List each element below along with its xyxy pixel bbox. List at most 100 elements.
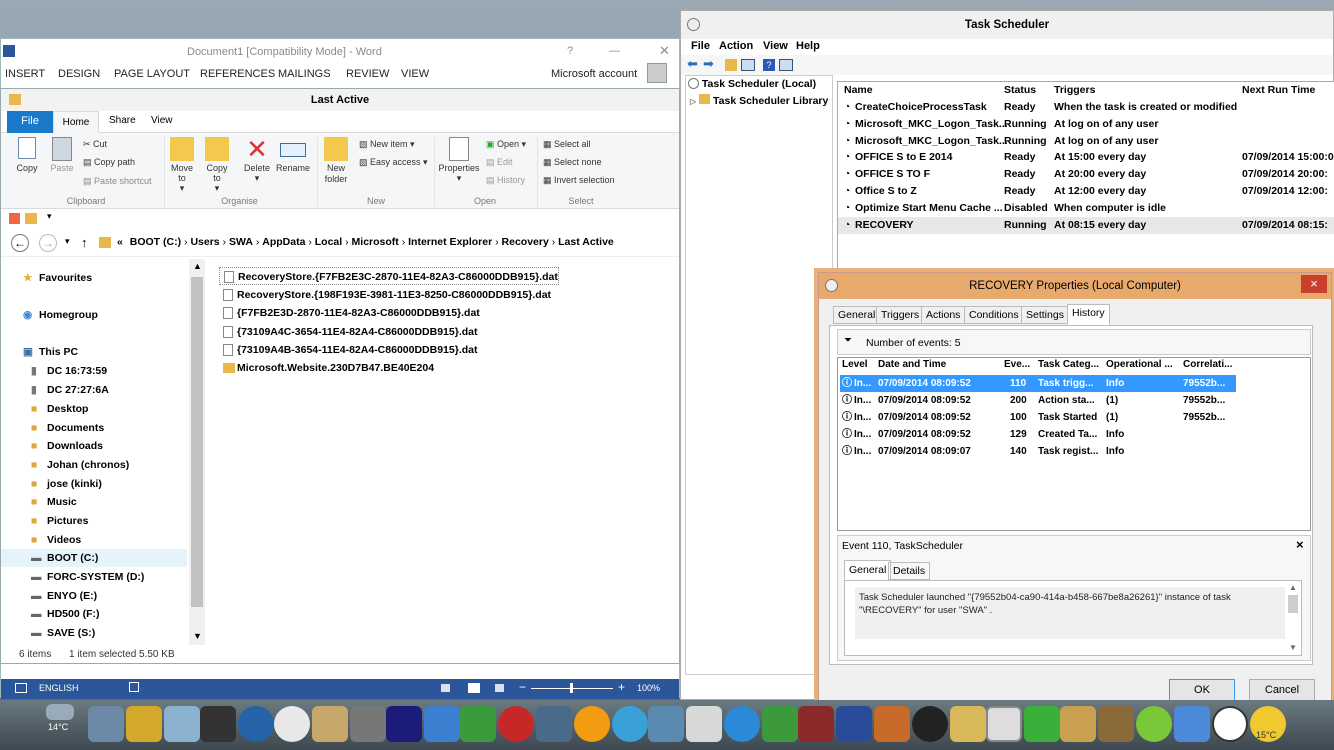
bird-icon[interactable] <box>686 706 722 742</box>
new-item-button[interactable]: ▧ New item ▾ <box>359 139 415 150</box>
column-header-next-run[interactable]: Next Run Time <box>1242 84 1315 96</box>
navigation-scrollbar[interactable]: ▲ ▼ <box>189 259 205 645</box>
help-icon[interactable]: ? <box>763 59 775 71</box>
app-icon[interactable] <box>200 706 236 742</box>
table-row[interactable]: ◔ Microsoft_MKC_Logon_Task... Running At lo… <box>838 133 1334 150</box>
new-folder-qat-icon[interactable] <box>25 213 37 224</box>
nav-item-documents[interactable]: ■ Documents <box>1 419 187 437</box>
breadcrumb-item[interactable]: Recovery <box>502 236 549 248</box>
table-row[interactable]: ⓘ In... 07/09/2014 08:09:07 140 Task regist.… <box>840 443 1236 460</box>
menu-view[interactable]: View <box>763 40 788 52</box>
tab-mailings[interactable]: MAILINGS <box>278 68 331 80</box>
browser-icon[interactable] <box>724 706 760 742</box>
breadcrumb-item[interactable]: BOOT (C:) <box>130 236 181 248</box>
select-none-button[interactable]: ▦ Select none <box>543 157 602 168</box>
tab-insert[interactable]: INSERT <box>5 68 45 80</box>
console-icon[interactable] <box>741 59 755 71</box>
table-row[interactable]: ◔ Optimize Start Menu Cache ... Disabled Wh… <box>838 200 1334 217</box>
paste-shortcut-button[interactable]: ▤ Paste shortcut <box>83 176 152 187</box>
breadcrumb-item[interactable]: Local <box>315 236 342 248</box>
nav-item-favourites[interactable]: ★ Favourites <box>1 269 187 287</box>
copy-to-button[interactable]: Copy to ▾ <box>202 137 232 194</box>
clock-icon[interactable] <box>274 706 310 742</box>
column-header-category[interactable]: Task Categ... <box>1038 359 1099 370</box>
ok-button[interactable]: OK <box>1169 679 1235 701</box>
folder-icon[interactable] <box>725 59 737 71</box>
back-icon[interactable]: ← <box>11 234 29 252</box>
column-header-triggers[interactable]: Triggers <box>1054 84 1095 96</box>
view-icon[interactable] <box>779 59 793 71</box>
breadcrumb-item[interactable]: Microsoft <box>352 236 399 248</box>
tab-settings[interactable]: Settings <box>1021 306 1069 324</box>
tab-view[interactable]: VIEW <box>401 68 429 80</box>
properties-button[interactable]: Properties ▾ <box>437 137 481 184</box>
close-icon[interactable]: ✕ <box>659 43 670 59</box>
select-all-button[interactable]: ▦ Select all <box>543 139 591 150</box>
window-icon[interactable] <box>424 706 460 742</box>
nav-item-jose[interactable]: ■ jose (kinki) <box>1 475 187 493</box>
scroll-up-icon[interactable]: ▲ <box>193 261 202 271</box>
table-row[interactable]: ⓘ In... 07/09/2014 08:09:52 200 Action sta..… <box>840 392 1236 409</box>
back-icon[interactable]: ⬅ <box>687 56 698 72</box>
tab-general[interactable]: General <box>833 306 881 324</box>
web-layout-icon[interactable] <box>495 684 504 692</box>
scroll-down-icon[interactable]: ▼ <box>193 631 202 641</box>
zoom-level[interactable]: 100% <box>637 683 660 693</box>
close-detail-button[interactable]: × <box>1296 537 1304 552</box>
history-button[interactable]: ▤ History <box>486 175 525 186</box>
avatar[interactable] <box>647 63 667 83</box>
flag-icon[interactable] <box>836 706 872 742</box>
rename-button[interactable]: Rename <box>275 137 311 173</box>
user-icon[interactable] <box>312 706 348 742</box>
ladybug-icon[interactable] <box>498 706 534 742</box>
table-row[interactable]: ◔ RECOVERY Running At 08:15 every day 07/09/… <box>838 217 1334 234</box>
list-item[interactable]: {73109A4B-3654-11E4-82A4-C86000DDB915}.d… <box>219 341 559 359</box>
forward-icon[interactable]: ➡ <box>703 56 714 72</box>
breadcrumb-item[interactable]: SWA <box>229 236 253 248</box>
recycle-bin-icon[interactable] <box>88 706 124 742</box>
word-help-button[interactable]: ? <box>567 45 573 57</box>
nav-item-desktop[interactable]: ■ Desktop <box>1 400 187 418</box>
dog-icon[interactable] <box>1098 706 1134 742</box>
nav-item-save-drive[interactable]: ▬ SAVE (S:) <box>1 624 187 642</box>
breadcrumb-item[interactable]: AppData <box>262 236 305 248</box>
tree-item-library[interactable]: ▷ Task Scheduler Library <box>690 94 828 107</box>
breadcrumb-item[interactable]: Last Active <box>558 236 614 248</box>
nav-item-homegroup[interactable]: ◉ Homegroup <box>1 306 187 324</box>
language-label[interactable]: ENGLISH <box>39 683 79 693</box>
tab-review[interactable]: REVIEW <box>346 68 389 80</box>
new-folder-button[interactable]: New folder <box>321 137 351 185</box>
scroll-up-icon[interactable]: ▲ <box>1289 583 1297 592</box>
column-header-operational[interactable]: Operational ... <box>1106 359 1173 370</box>
address-bar[interactable]: ← → ▾ ↑ « BOOT (C:) › Users › SWA › AppD… <box>1 231 679 257</box>
list-item[interactable]: {F7FB2E3D-2870-11E4-82A3-C86000DDB915}.d… <box>219 304 559 322</box>
disc-icon[interactable] <box>1136 706 1172 742</box>
cube-icon[interactable] <box>126 706 162 742</box>
properties-qat-icon[interactable] <box>9 213 20 224</box>
table-row[interactable]: ⓘ In... 07/09/2014 08:09:52 110 Task trigg..… <box>840 375 1236 392</box>
tab-view[interactable]: View <box>151 115 173 126</box>
move-to-button[interactable]: Move to ▾ <box>168 137 196 194</box>
menu-action[interactable]: Action <box>719 40 753 52</box>
snowflake-icon[interactable] <box>612 706 648 742</box>
tab-history[interactable]: History <box>1067 304 1110 325</box>
invert-selection-button[interactable]: ▦ Invert selection <box>543 175 615 186</box>
help-icon[interactable] <box>912 706 948 742</box>
print-layout-icon[interactable] <box>468 683 480 693</box>
nav-item-downloads[interactable]: ■ Downloads <box>1 437 187 455</box>
file-tab[interactable]: File <box>7 111 53 133</box>
nav-item-device[interactable]: ▮ DC 27:27:6A <box>1 381 187 399</box>
recent-locations-icon[interactable]: ▾ <box>65 236 70 247</box>
table-row[interactable]: ◔ Microsoft_MKC_Logon_Task... Running At lo… <box>838 116 1334 133</box>
copy-button[interactable]: Copy <box>13 137 41 179</box>
car-icon[interactable] <box>350 706 386 742</box>
column-header-name[interactable]: Name <box>844 84 873 96</box>
start-icon[interactable] <box>238 706 274 742</box>
minimize-icon[interactable]: — <box>609 45 620 57</box>
column-header-correlation[interactable]: Correlati... <box>1183 359 1232 370</box>
breadcrumb-overflow[interactable]: « <box>117 236 123 248</box>
proofing-icon[interactable] <box>15 683 27 693</box>
table-row[interactable]: ◔ OFFICE S to E 2014 Ready At 15:00 every d… <box>838 149 1334 166</box>
scrollbar-thumb[interactable] <box>191 277 203 607</box>
palette-icon[interactable] <box>950 706 986 742</box>
